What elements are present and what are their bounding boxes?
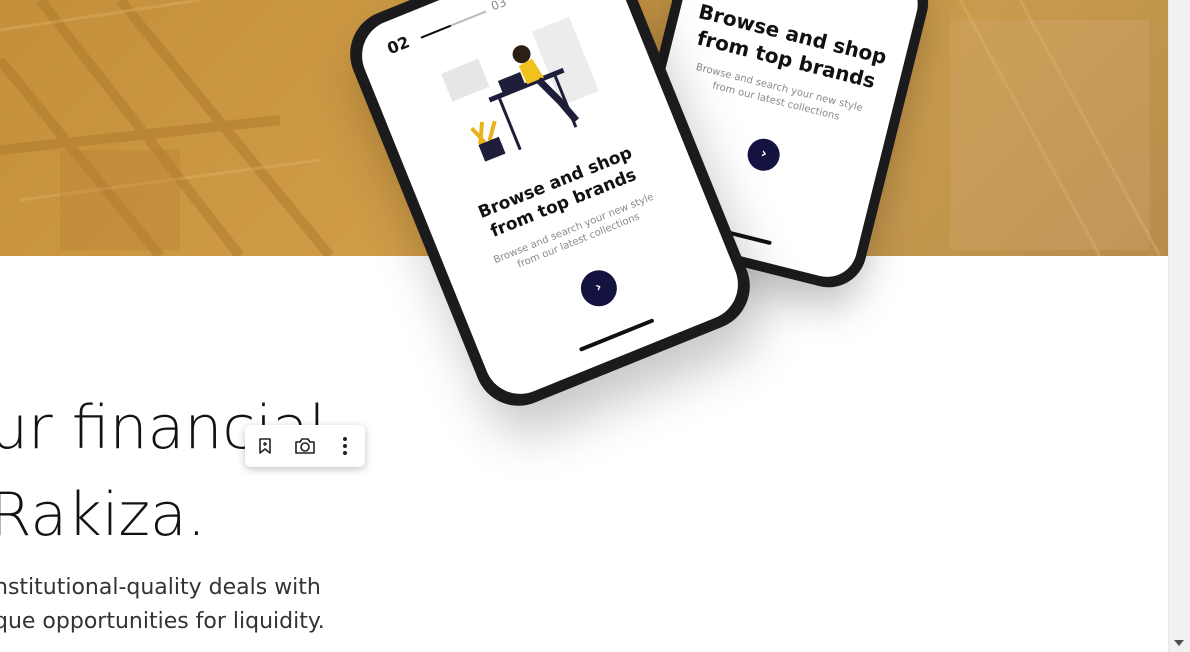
more-options-button[interactable] — [327, 428, 363, 464]
bookmark-button[interactable] — [247, 428, 283, 464]
hero-body-line-2: que opportunities for liquidity. — [0, 609, 325, 634]
visual-search-button[interactable] — [287, 428, 323, 464]
bookmark-icon — [259, 438, 271, 454]
page-scrollbar[interactable] — [1168, 0, 1190, 652]
camera-icon — [295, 438, 315, 454]
hero-body-line-1: nstitutional-quality deals with — [0, 575, 321, 600]
hero-headline-line-2: Rakiza. — [0, 480, 206, 550]
scroll-down-arrow-icon[interactable] — [1174, 640, 1184, 646]
more-vert-icon — [343, 437, 347, 455]
image-action-toolbar — [245, 425, 365, 467]
